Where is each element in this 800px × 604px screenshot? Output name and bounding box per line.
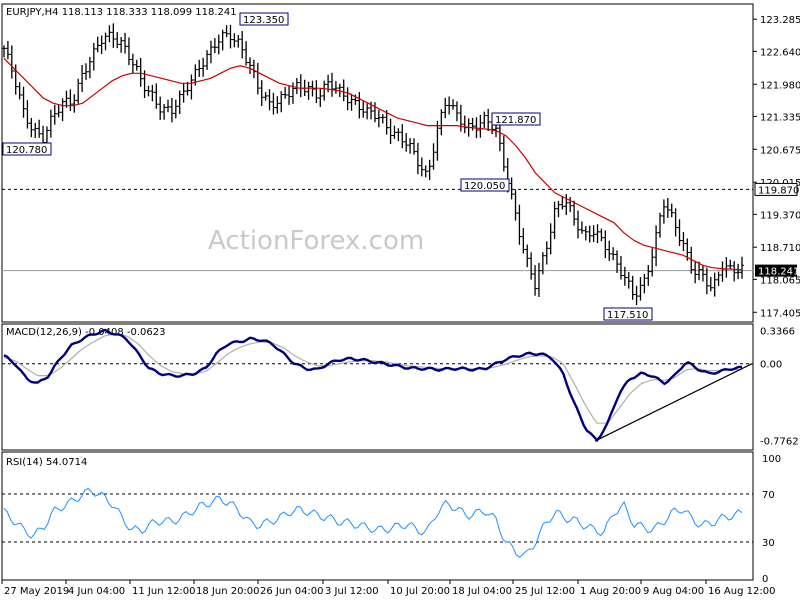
x-axis-label-9: 1 Aug 20:00 (580, 586, 641, 597)
macd-axis-label-1: 0.00 (760, 360, 782, 371)
rsi-axis-label-2: 30 (762, 538, 775, 549)
price-axis-label-3: 121.335 (760, 112, 800, 123)
x-axis-label-8: 25 Jul 12:00 (515, 586, 575, 597)
price-pane-frame (1, 3, 754, 323)
rsi-axis-label-3: 0 (762, 574, 768, 585)
x-axis-label-6: 10 Jul 20:00 (390, 586, 450, 597)
price-axis-label-7: 118.710 (760, 243, 800, 254)
price-axis-label-6: 119.370 (760, 210, 800, 221)
level-label: 119.870 (758, 185, 799, 196)
rsi-axis-label-1: 70 (762, 490, 775, 501)
price-axis-label-2: 121.980 (760, 80, 800, 91)
rsi-axis-label-0: 100 (762, 454, 781, 465)
last-price-label: 118.241 (758, 267, 799, 278)
price-axis-label-9: 117.405 (760, 308, 800, 319)
chart-root: EURJPY,H4 118.113 118.333 118.099 118.24… (0, 0, 800, 600)
price-layer (2, 23, 753, 306)
price-axis-label-4: 120.675 (760, 145, 800, 156)
price-annotation-0: 123.350 (243, 15, 284, 26)
price-annotation-1: 120.780 (6, 145, 47, 156)
annotation-layer: 123.350 120.780 121.870 120.050 117.510 (2, 12, 653, 321)
x-axis-label-2: 11 Jun 12:00 (132, 586, 196, 597)
price-annotation-4: 117.510 (607, 310, 648, 321)
rsi-layer (2, 487, 753, 558)
x-axis-label-5: 3 Jul 12:00 (325, 586, 379, 597)
price-axis-label-1: 122.640 (760, 47, 800, 58)
rsi-pane-title: RSI(14) 54.0714 (6, 457, 87, 468)
axis-layer: 123.285 122.640 121.980 121.335 120.675 120.0… (1, 15, 800, 597)
macd-axis-label-2: -0.7762 (760, 437, 799, 448)
x-axis-label-0: 27 May 2019 (4, 586, 69, 597)
x-axis-label-3: 18 Jun 20:00 (196, 586, 260, 597)
x-axis-label-10: 9 Aug 04:00 (643, 586, 704, 597)
x-axis-label-4: 26 Jun 04:00 (260, 586, 324, 597)
price-axis-label-0: 123.285 (760, 15, 800, 26)
x-axis-label-11: 16 Aug 12:00 (708, 586, 775, 597)
watermark: ActionForex.com (208, 226, 424, 256)
price-annotation-2: 121.870 (495, 115, 536, 126)
price-pane-title: EURJPY,H4 118.113 118.333 118.099 118.24… (6, 7, 237, 18)
macd-layer (2, 328, 753, 443)
chart-svg: EURJPY,H4 118.113 118.333 118.099 118.24… (1, 3, 800, 597)
x-axis-label-1: 4 Jun 04:00 (68, 586, 125, 597)
macd-pane-frame (1, 323, 754, 451)
rsi-pane-frame (1, 451, 754, 581)
macd-axis-label-0: 0.3366 (760, 326, 795, 337)
price-annotation-3: 120.050 (464, 181, 505, 192)
x-axis-label-7: 18 Jul 04:00 (452, 586, 512, 597)
rsi-line (3, 487, 743, 558)
